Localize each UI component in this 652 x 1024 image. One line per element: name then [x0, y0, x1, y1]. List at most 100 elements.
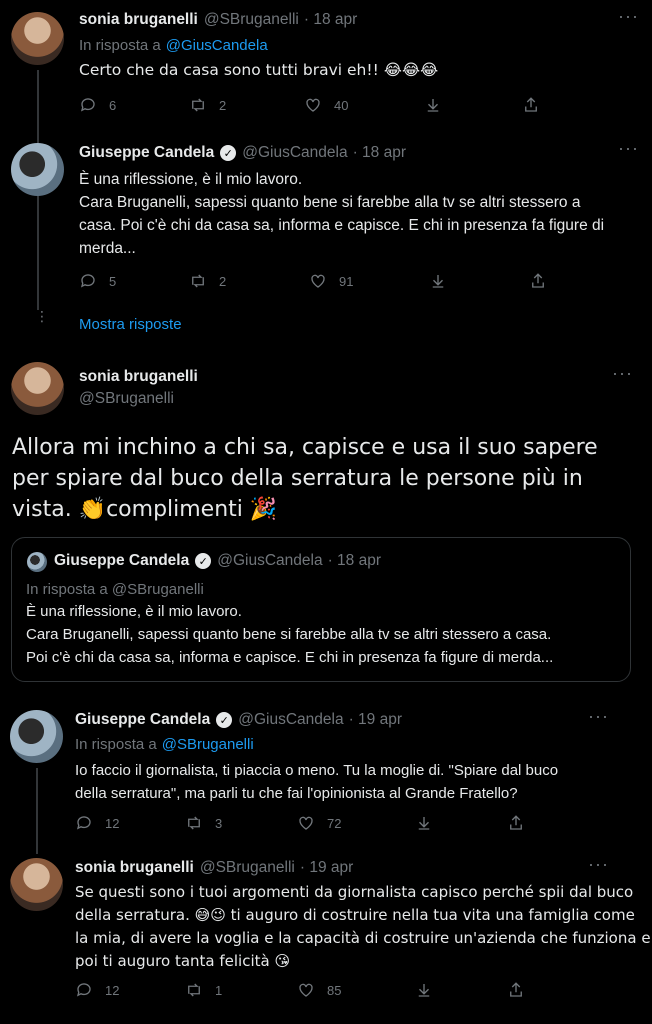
download-button[interactable]: [415, 814, 507, 832]
retweet-count: 1: [215, 982, 223, 998]
like-button[interactable]: 91: [309, 272, 429, 290]
reply-to-link[interactable]: @GiusCandela: [166, 37, 268, 54]
download-icon: [418, 984, 430, 997]
reply-context: In risposta a @SBruganelli: [26, 581, 204, 598]
author-handle[interactable]: @SBruganelli: [200, 859, 295, 877]
retweet-button[interactable]: 3: [185, 814, 297, 832]
reply-button[interactable]: 12: [75, 814, 185, 832]
quoted-text: È una riflessione, è il mio lavoro. Cara…: [26, 600, 553, 669]
retweet-count: 2: [219, 97, 227, 113]
tweet-text: Se questi sono i tuoi argomenti da giorn…: [75, 881, 651, 973]
author-name[interactable]: sonia bruganelli: [79, 11, 198, 29]
download-button[interactable]: [415, 981, 507, 999]
download-icon: [432, 275, 444, 288]
more-icon[interactable]: ···: [612, 363, 633, 384]
reply-count: 12: [105, 815, 120, 831]
reply-icon: [80, 98, 95, 112]
avatar[interactable]: [11, 362, 64, 415]
retweet-button[interactable]: 1: [185, 981, 297, 999]
tweet-header: Giuseppe Candela ✓ @GiusCandela · 19 apr: [75, 711, 402, 729]
reply-count: 6: [109, 97, 117, 113]
share-button[interactable]: [507, 814, 525, 832]
text-line: Allora mi inchino a chi sa, capisce e us…: [12, 435, 598, 460]
tweet-date[interactable]: · 19 apr: [300, 859, 353, 877]
download-button[interactable]: [429, 272, 529, 290]
author-name[interactable]: Giuseppe Candela: [75, 711, 210, 729]
retweet-icon: [188, 983, 200, 997]
verified-icon: ✓: [216, 712, 233, 728]
tweet-header: sonia bruganelli @SBruganelli · 18 apr: [79, 11, 357, 29]
reply-button[interactable]: 6: [79, 96, 189, 114]
download-icon: [418, 817, 430, 830]
more-icon[interactable]: ···: [588, 854, 609, 875]
tweet-date[interactable]: · 18 apr: [353, 144, 406, 162]
retweet-button[interactable]: 2: [189, 96, 304, 114]
reply-count: 12: [105, 982, 120, 998]
avatar: [27, 552, 47, 572]
tweet-header: Giuseppe Candela ✓ @GiusCandela · 18 apr: [79, 144, 406, 162]
reply-prefix: In risposta a: [79, 37, 161, 54]
share-icon: [510, 982, 522, 997]
reply-button[interactable]: 5: [79, 272, 189, 290]
download-button[interactable]: [424, 96, 522, 114]
avatar[interactable]: [11, 12, 64, 65]
share-icon: [525, 97, 537, 112]
retweet-count: 2: [219, 273, 227, 289]
text-line: della serratura. 😅😉 ti auguro di costrui…: [75, 906, 635, 924]
tweet-date[interactable]: · 18 apr: [304, 11, 357, 29]
share-button[interactable]: [507, 981, 525, 999]
author-name[interactable]: sonia bruganelli: [75, 859, 194, 877]
author-handle[interactable]: @GiusCandela: [242, 144, 347, 162]
text-line: È una riflessione, è il mio lavoro.: [79, 171, 303, 188]
tweet-text: Allora mi inchino a chi sa, capisce e us…: [12, 432, 598, 525]
tweet-date[interactable]: · 19 apr: [349, 711, 402, 729]
thread-line: [36, 768, 38, 854]
reply-prefix: In risposta a: [75, 736, 157, 753]
text-line: per spiare dal buco della serratura le p…: [12, 466, 583, 491]
tweet-actions: 12 3 72: [75, 814, 525, 832]
text-line: Io faccio il giornalista, ti piaccia o m…: [75, 762, 559, 779]
share-button[interactable]: [522, 96, 540, 114]
more-icon[interactable]: ···: [618, 6, 639, 27]
quoted-header: Giuseppe Candela ✓ @GiusCandela · 18 apr: [54, 552, 381, 570]
author-handle[interactable]: @GiusCandela: [238, 711, 343, 729]
text-line: Poi c'è chi da casa sa, informa e capisc…: [26, 649, 554, 666]
author-handle[interactable]: @SBruganelli: [79, 390, 174, 408]
tweet-actions: 12 1 85: [75, 981, 525, 999]
reply-icon: [76, 816, 91, 830]
like-button[interactable]: 85: [297, 981, 415, 999]
reply-context: In risposta a @GiusCandela: [79, 37, 268, 54]
tweet-actions: 5 2 91: [79, 272, 547, 290]
like-icon: [311, 274, 325, 288]
tweet-text: Io faccio il giornalista, ti piaccia o m…: [75, 759, 558, 805]
verified-icon: ✓: [195, 553, 212, 569]
show-replies-link[interactable]: Mostra risposte: [79, 316, 182, 333]
retweet-count: 3: [215, 815, 223, 831]
tweet-actions: 6 2 40: [79, 96, 540, 114]
text-line: la mia, di avere la voglia e la capacità…: [75, 929, 651, 947]
thread-dots: ⋮: [35, 308, 51, 324]
quoted-tweet[interactable]: Giuseppe Candela ✓ @GiusCandela · 18 apr…: [11, 537, 631, 682]
avatar[interactable]: [10, 710, 63, 763]
author-name[interactable]: Giuseppe Candela: [79, 144, 214, 162]
author-name[interactable]: sonia bruganelli: [79, 368, 198, 386]
more-icon[interactable]: ···: [588, 706, 609, 727]
reply-to-link[interactable]: @SBruganelli: [162, 736, 254, 753]
text-line: merda...: [79, 240, 136, 257]
tweet-text: Certo che da casa sono tutti bravi eh!! …: [79, 61, 439, 79]
reply-button[interactable]: 12: [75, 981, 185, 999]
text-line: vista. 👏complimenti 🎉: [12, 497, 278, 522]
text-line: Cara Bruganelli, sapessi quanto bene si …: [26, 626, 552, 643]
retweet-button[interactable]: 2: [189, 272, 309, 290]
more-icon[interactable]: ···: [618, 138, 639, 159]
share-button[interactable]: [529, 272, 547, 290]
avatar[interactable]: [10, 858, 63, 911]
author-handle[interactable]: @SBruganelli: [204, 11, 299, 29]
tweet-text: È una riflessione, è il mio lavoro. Cara…: [79, 168, 604, 260]
verified-icon: ✓: [220, 145, 237, 161]
download-icon: [427, 99, 439, 112]
avatar[interactable]: [11, 143, 64, 196]
like-button[interactable]: 40: [304, 96, 424, 114]
reply-icon: [76, 983, 91, 997]
like-button[interactable]: 72: [297, 814, 415, 832]
